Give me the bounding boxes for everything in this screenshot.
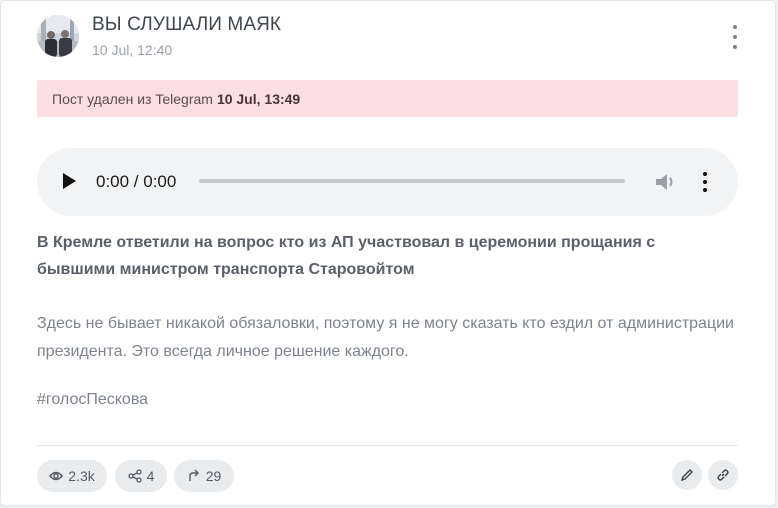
post-date: 10 Jul, 12:40: [92, 42, 173, 58]
alert-text: Пост удален из Telegram: [52, 90, 213, 107]
forwards-button[interactable]: 29: [174, 460, 234, 492]
shares-count: 4: [146, 468, 155, 484]
forward-icon: [189, 469, 199, 481]
channel-avatar[interactable]: [37, 15, 79, 57]
edit-button[interactable]: [672, 460, 702, 490]
volume-icon[interactable]: [654, 171, 678, 193]
post-headline: В Кремле ответили на вопрос кто из АП уч…: [37, 234, 656, 278]
audio-progress-track[interactable]: [199, 179, 625, 183]
post-card: ВЫ СЛУШАЛИ МАЯК 10 Jul, 12:40 Пост удале…: [0, 0, 776, 506]
avatar-image: [37, 15, 79, 57]
audio-player: 0:00 / 0:00: [37, 148, 738, 216]
link-button[interactable]: [708, 460, 738, 490]
share-icon: [127, 469, 142, 483]
shares-button[interactable]: 4: [115, 460, 167, 492]
views-count: 2.3k: [68, 468, 95, 484]
audio-time: 0:00 / 0:00: [96, 172, 177, 191]
channel-name[interactable]: ВЫ СЛУШАЛИ МАЯК: [92, 14, 281, 36]
forwards-count: 29: [205, 468, 222, 484]
eye-icon: [49, 471, 64, 481]
divider: [37, 445, 738, 446]
views-button[interactable]: 2.3k: [37, 460, 107, 492]
audio-menu-icon[interactable]: [701, 172, 709, 192]
post-body: Здесь не бывает никакой обязаловки, поэт…: [37, 315, 734, 360]
kebab-icon[interactable]: [725, 25, 745, 49]
pencil-icon: [680, 469, 693, 482]
play-icon[interactable]: [63, 173, 76, 189]
link-icon: [717, 469, 729, 481]
post-hashtag[interactable]: #голосПескова: [37, 391, 148, 409]
alert-deleted-date: 10 Jul, 13:49: [216, 90, 301, 107]
deleted-alert: Пост удален из Telegram 10 Jul, 13:49: [37, 80, 738, 117]
